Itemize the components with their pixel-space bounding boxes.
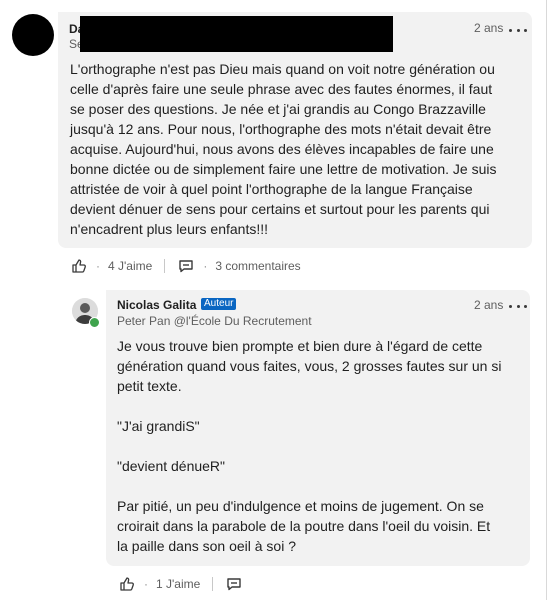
likes-count[interactable]: 1 J'aime xyxy=(156,577,200,591)
online-status-icon xyxy=(89,317,100,328)
thumbs-up-icon[interactable] xyxy=(118,575,136,593)
scroll-divider xyxy=(546,0,547,600)
likes-count[interactable]: 4 J'aime xyxy=(108,259,152,273)
comment-actions: · 4 J'aime · 3 commentaires xyxy=(70,257,301,275)
comment-icon[interactable] xyxy=(177,257,195,275)
reply-timestamp: 2 ans xyxy=(474,298,504,312)
reply-actions: · 1 J'aime xyxy=(118,575,243,593)
redaction-block xyxy=(80,16,393,52)
reply-author-name[interactable]: Nicolas Galita xyxy=(117,298,196,312)
author-badge: Auteur xyxy=(201,298,237,310)
avatar[interactable] xyxy=(12,14,54,56)
comments-count[interactable]: 3 commentaires xyxy=(215,259,300,273)
more-options-icon[interactable] xyxy=(509,300,527,312)
reply-text: Je vous trouve bien prompte et bien dure… xyxy=(117,338,502,554)
separator-dot: · xyxy=(96,259,100,273)
separator-dot: · xyxy=(203,259,208,273)
thumbs-up-icon[interactable] xyxy=(70,257,88,275)
comment-text: L'orthographe n'est pas Dieu mais quand … xyxy=(70,61,497,237)
reply-author-headline: Peter Pan @l'École Du Recrutement xyxy=(117,314,312,328)
comment-timestamp: 2 ans xyxy=(474,21,504,35)
separator-dot: · xyxy=(144,577,148,591)
comment-icon[interactable] xyxy=(225,575,243,593)
more-options-icon[interactable] xyxy=(509,24,527,36)
divider xyxy=(212,577,214,591)
divider xyxy=(164,259,166,273)
